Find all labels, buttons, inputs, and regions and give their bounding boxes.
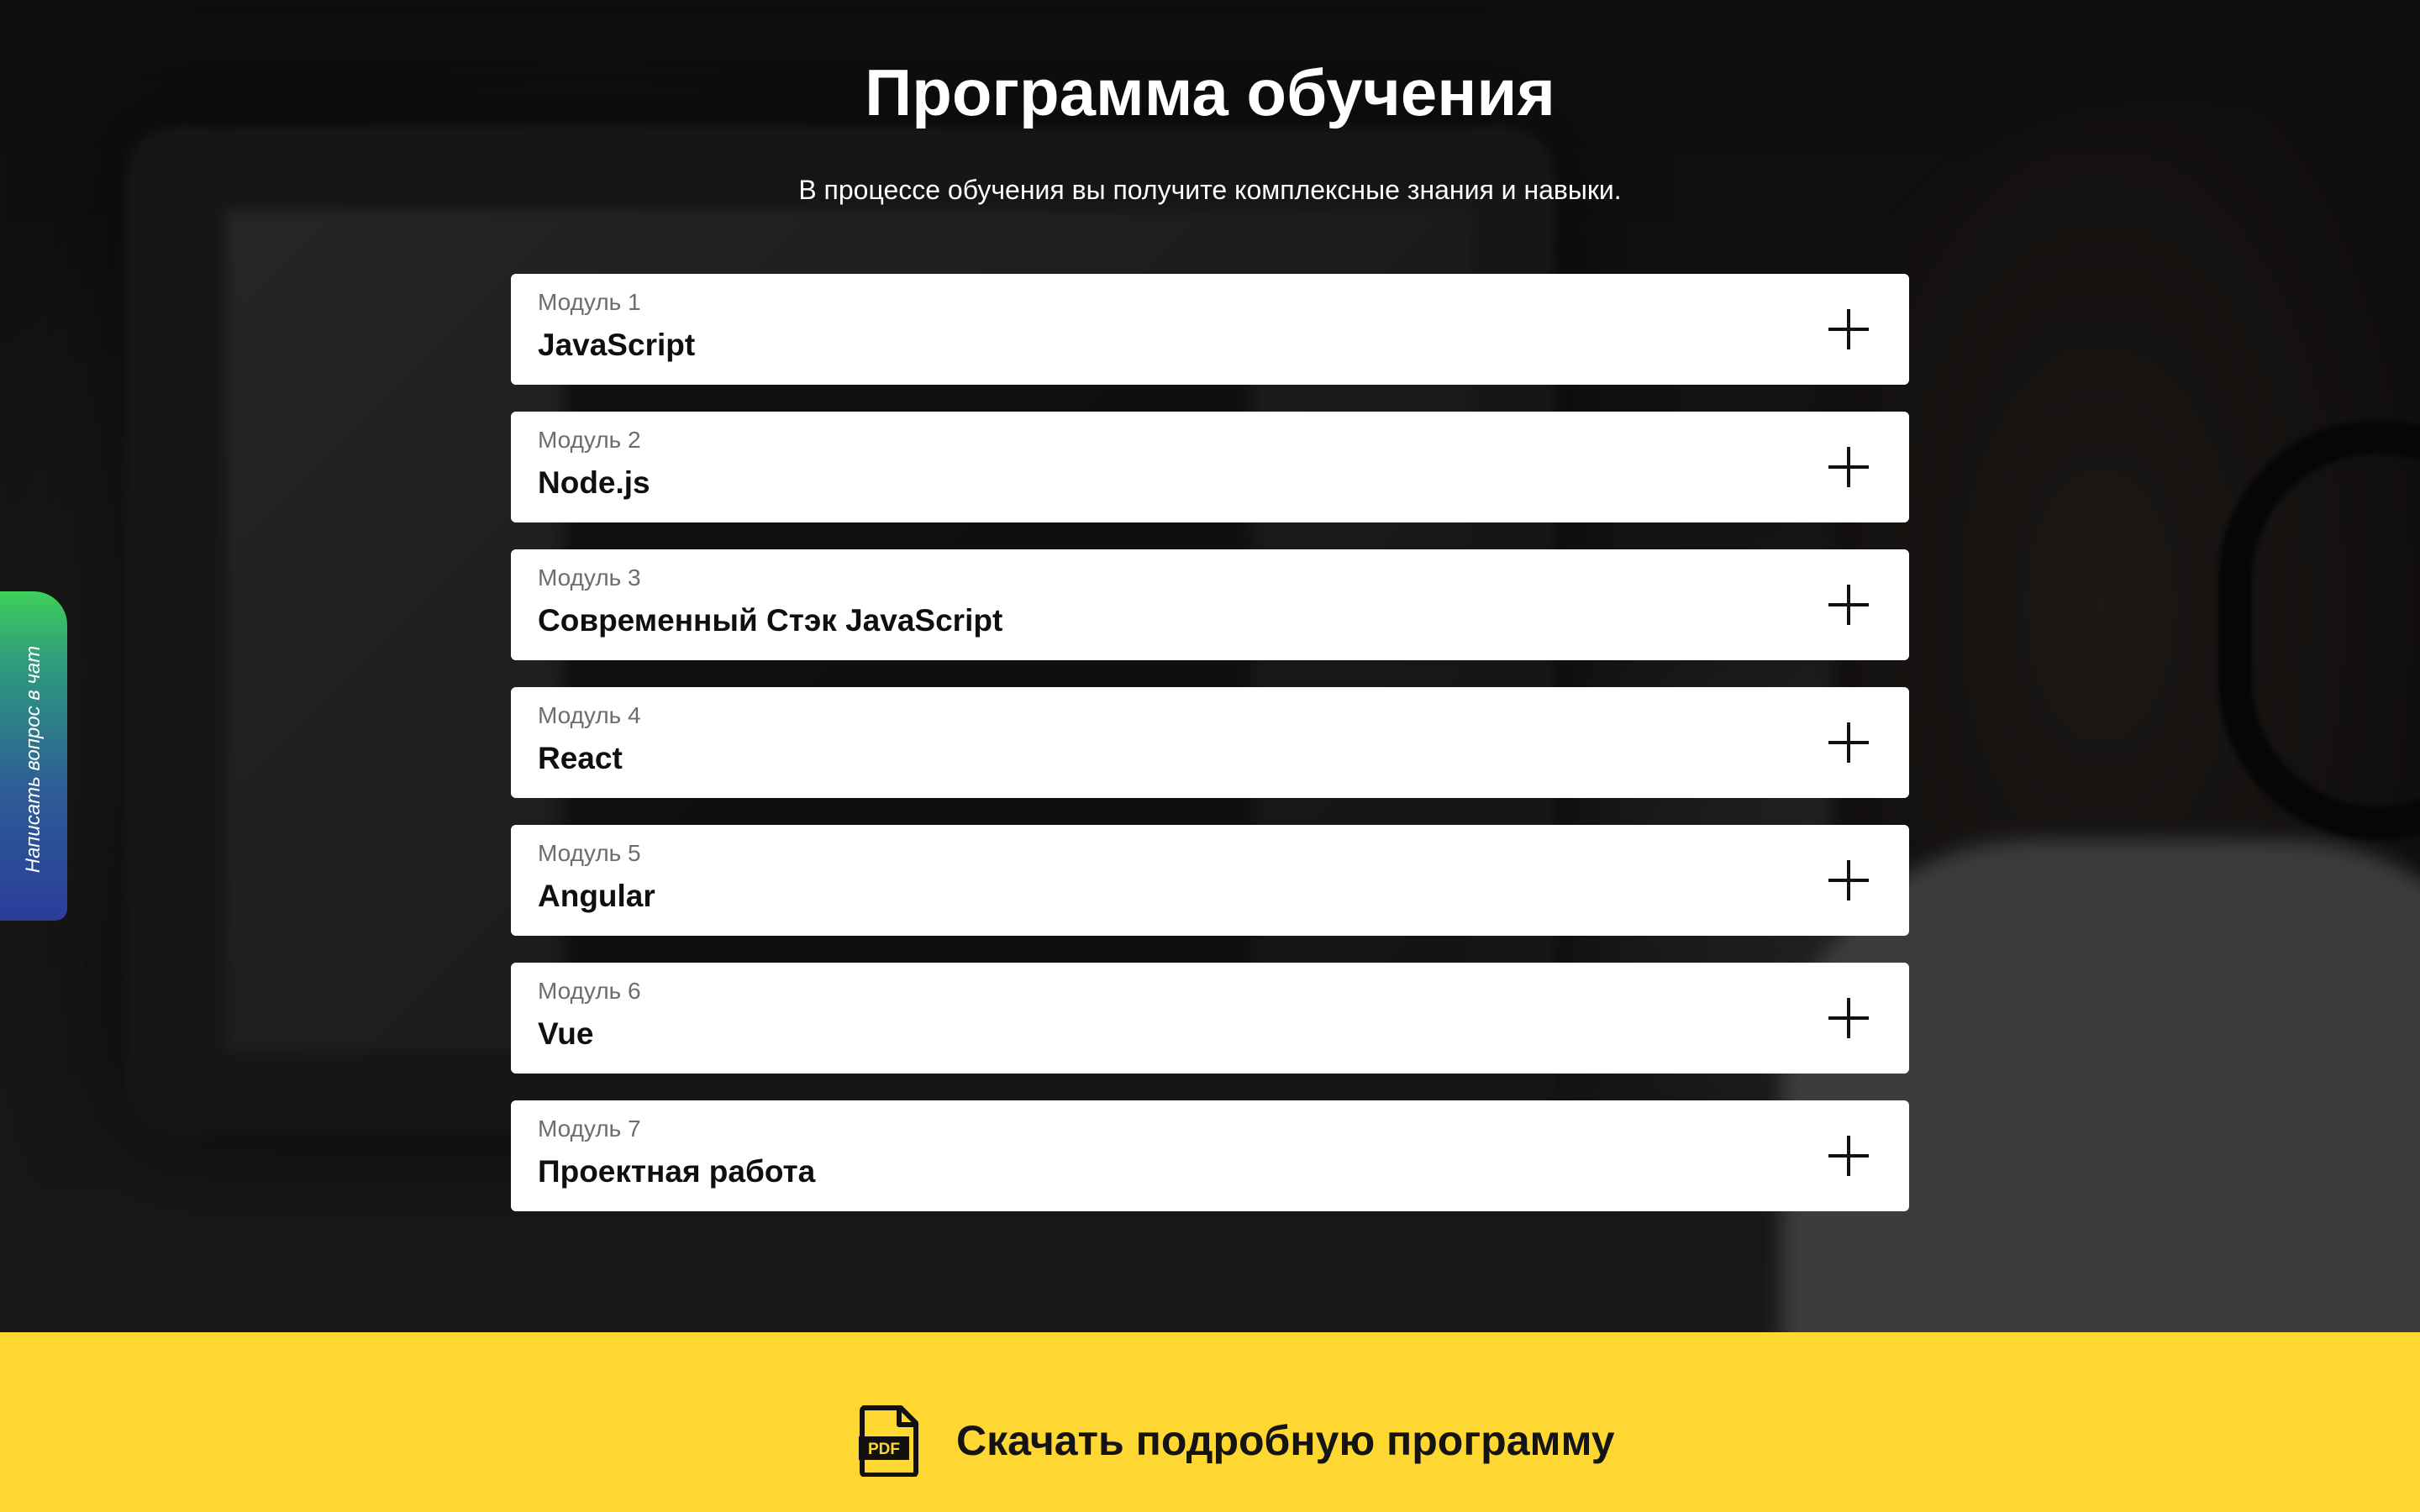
module-title: React (538, 741, 623, 775)
plus-icon[interactable] (1828, 585, 1869, 625)
module-item-1[interactable]: Модуль 1 JavaScript (511, 274, 1909, 385)
module-number: Модуль 1 (538, 289, 641, 315)
module-title: Angular (538, 879, 655, 913)
download-band: PDF Скачать подробную программу (0, 1332, 2420, 1512)
plus-icon[interactable] (1828, 860, 1869, 900)
download-program-link[interactable]: PDF Скачать подробную программу (859, 1403, 1615, 1478)
module-number: Модуль 4 (538, 702, 641, 728)
module-item-6[interactable]: Модуль 6 Vue (511, 963, 1909, 1074)
module-item-4[interactable]: Модуль 4 React (511, 687, 1909, 798)
chat-widget-button[interactable]: Написать вопрос в чат (0, 591, 67, 921)
module-number: Модуль 7 (538, 1116, 641, 1142)
module-title: Проектная работа (538, 1154, 816, 1189)
section-subtitle: В процессе обучения вы получите комплекс… (798, 175, 1622, 205)
module-number: Модуль 5 (538, 840, 641, 866)
module-item-7[interactable]: Модуль 7 Проектная работа (511, 1100, 1909, 1211)
module-number: Модуль 6 (538, 978, 641, 1004)
pdf-icon-text: PDF (868, 1441, 900, 1458)
module-title: JavaScript (538, 328, 696, 362)
pdf-file-icon: PDF (859, 1404, 919, 1477)
module-number: Модуль 3 (538, 564, 641, 591)
module-item-2[interactable]: Модуль 2 Node.js (511, 412, 1909, 522)
plus-icon[interactable] (1828, 447, 1869, 487)
plus-icon[interactable] (1828, 309, 1869, 349)
module-title: Современный Стэк JavaScript (538, 603, 1003, 638)
module-number: Модуль 2 (538, 427, 641, 453)
plus-icon[interactable] (1828, 998, 1869, 1038)
module-item-3[interactable]: Модуль 3 Современный Стэк JavaScript (511, 549, 1909, 660)
page: Программа обучения В процессе обучения в… (0, 0, 2420, 1512)
module-title: Node.js (538, 465, 650, 500)
plus-icon[interactable] (1828, 722, 1869, 763)
module-title: Vue (538, 1016, 594, 1051)
plus-icon[interactable] (1828, 1136, 1869, 1176)
chat-widget-label: Написать вопрос в чат (22, 645, 45, 874)
modules-accordion: Модуль 1 JavaScript Модуль 2 Node.js Мод… (511, 274, 1909, 1238)
download-label: Скачать подробную программу (956, 1417, 1615, 1464)
section-title: Программа обучения (865, 55, 1555, 129)
module-item-5[interactable]: Модуль 5 Angular (511, 825, 1909, 936)
